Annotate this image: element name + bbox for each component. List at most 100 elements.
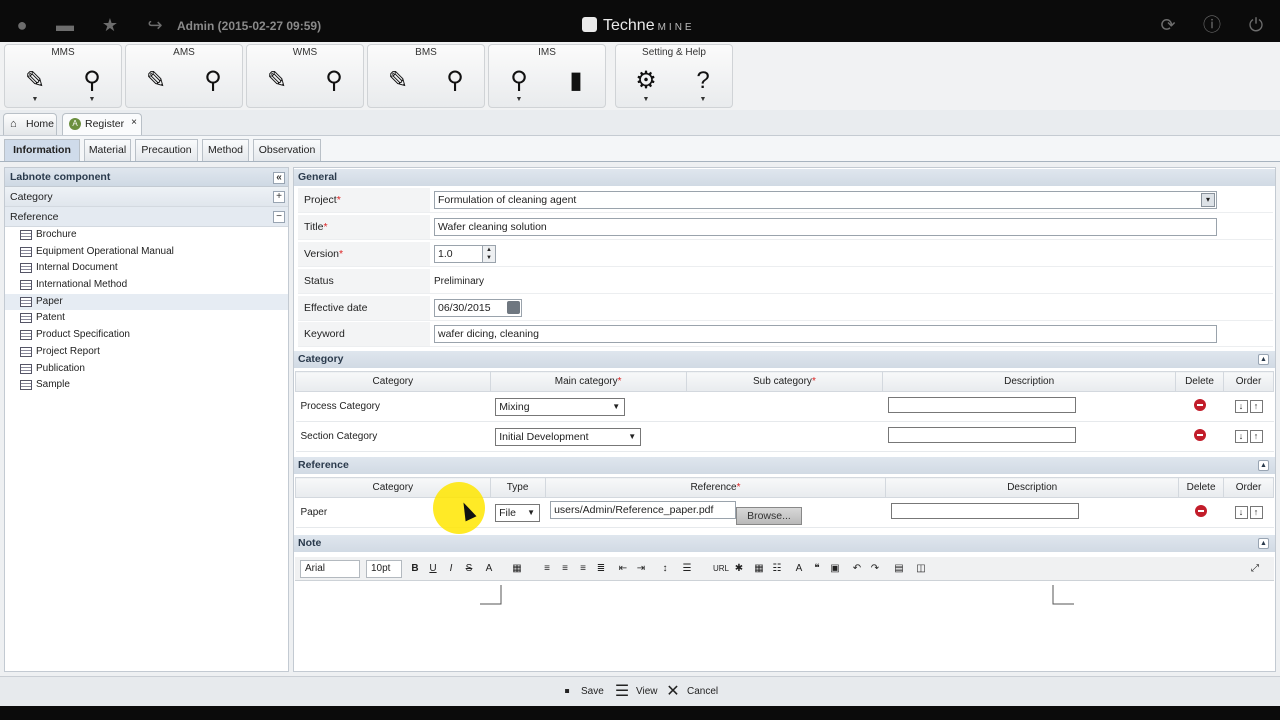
view-button[interactable]: ☰ View — [612, 682, 658, 702]
redo-icon[interactable]: ↷ — [867, 560, 883, 577]
move-up-icon[interactable]: ↑ — [1249, 400, 1263, 413]
search-icon[interactable]: ⚲ — [76, 65, 108, 97]
dropdown-icon[interactable]: ▼ — [699, 96, 707, 103]
gear-icon[interactable]: ⚙ — [630, 65, 662, 97]
save-button[interactable]: ▪ Save — [557, 682, 604, 702]
list-icon[interactable]: ☰ — [679, 560, 695, 577]
main-category-select[interactable]: Initial Development ▼ — [495, 427, 642, 446]
register-icon[interactable]: ✎ — [382, 65, 414, 97]
expand-icon[interactable]: + — [273, 191, 285, 203]
indent-icon[interactable]: ⇥ — [633, 560, 649, 577]
title-input[interactable]: Wafer cleaning solution — [434, 218, 1217, 236]
delete-icon[interactable] — [1193, 429, 1206, 441]
move-up-icon[interactable]: ↑ — [1249, 430, 1263, 443]
description-input[interactable] — [890, 503, 1079, 519]
stepper-arrows-icon[interactable]: ▲ ▼ — [482, 246, 495, 262]
search-icon[interactable]: ⚲ — [503, 65, 535, 97]
info-icon[interactable]: ⓘ — [1201, 14, 1223, 36]
tab-precaution[interactable]: Precaution — [135, 139, 198, 161]
close-icon[interactable]: × — [131, 112, 137, 133]
dropdown-icon[interactable]: ▼ — [88, 96, 96, 103]
collapse-icon[interactable]: ▲ — [1258, 354, 1269, 365]
star-icon[interactable]: ★ — [99, 14, 121, 36]
tab-home[interactable]: ⌂ Home — [3, 113, 57, 135]
tree-item[interactable]: Brochure — [5, 227, 288, 244]
delete-icon[interactable] — [1193, 399, 1206, 411]
link-icon[interactable]: URL — [713, 560, 729, 577]
collapse-icon[interactable]: ▲ — [1258, 538, 1269, 549]
user-icon[interactable]: ● — [11, 14, 33, 36]
section-category[interactable]: Category + — [5, 187, 288, 207]
quote-icon[interactable]: ❝ — [809, 560, 825, 577]
delete-icon[interactable] — [1195, 505, 1208, 517]
note-editor[interactable] — [295, 582, 1274, 671]
search-icon[interactable]: ⚲ — [439, 65, 471, 97]
tree-item[interactable]: Patent — [5, 310, 288, 327]
register-icon[interactable]: ✎ — [261, 65, 293, 97]
dropdown-icon[interactable]: ▼ — [515, 96, 523, 103]
cart-icon[interactable]: ▬ — [54, 14, 76, 36]
cancel-button[interactable]: ✕ Cancel — [663, 682, 718, 702]
search-icon[interactable]: ⚲ — [318, 65, 350, 97]
tree-item[interactable]: Project Report — [5, 344, 288, 361]
power-icon[interactable]: ⏻ — [1245, 14, 1267, 36]
register-icon[interactable]: ✎ — [19, 65, 51, 97]
fullscreen-icon[interactable]: ⤢ — [1247, 560, 1263, 577]
tab-method[interactable]: Method — [202, 139, 249, 161]
font-family-select[interactable]: Arial — [300, 560, 360, 578]
section-reference[interactable]: Reference − — [5, 207, 288, 227]
logout-icon[interactable]: ↪ — [144, 14, 166, 36]
reference-file-input[interactable]: users/Admin/Reference_paper.pdf — [550, 500, 737, 519]
italic-icon[interactable]: I — [443, 560, 459, 577]
align-left-icon[interactable]: ≡ — [539, 560, 555, 577]
tree-item[interactable]: Product Specification — [5, 327, 288, 344]
move-down-icon[interactable]: ↓ — [1234, 506, 1248, 519]
tab-information[interactable]: Information — [4, 139, 80, 161]
align-center-icon[interactable]: ≡ — [557, 560, 573, 577]
tab-observation[interactable]: Observation — [253, 139, 321, 161]
font-size-select[interactable]: 10pt — [366, 560, 402, 578]
outdent-icon[interactable]: ⇤ — [615, 560, 631, 577]
version-stepper[interactable]: 1.0 ▲ ▼ — [434, 245, 496, 263]
table-icon[interactable]: ▦ — [751, 560, 767, 577]
move-up-icon[interactable]: ↑ — [1249, 506, 1263, 519]
horizontal-rule-icon[interactable]: ☷ — [769, 560, 785, 577]
tree-item[interactable]: International Method — [5, 277, 288, 294]
background-color-icon[interactable]: ▦ — [509, 560, 525, 577]
html-source-icon[interactable]: ◫ — [913, 560, 929, 577]
tree-item[interactable]: Equipment Operational Manual — [5, 244, 288, 261]
bar-chart-icon[interactable]: ▮ — [560, 65, 592, 97]
refresh-icon[interactable]: ⟳ — [1157, 14, 1179, 36]
dropdown-icon[interactable]: ▼ — [642, 96, 650, 103]
browse-button[interactable]: Browse... — [736, 506, 802, 525]
project-select[interactable]: Formulation of cleaning agent ▾ — [434, 191, 1217, 209]
strikethrough-icon[interactable]: S — [461, 560, 477, 577]
unlink-icon[interactable]: ✱ — [731, 560, 747, 577]
dropdown-icon[interactable]: ▼ — [31, 96, 39, 103]
description-input[interactable] — [887, 397, 1076, 413]
align-justify-icon[interactable]: ≣ — [593, 560, 609, 577]
tab-material[interactable]: Material — [84, 139, 131, 161]
undo-icon[interactable]: ↶ — [849, 560, 865, 577]
help-icon[interactable]: ? — [687, 65, 719, 97]
align-right-icon[interactable]: ≡ — [575, 560, 591, 577]
calendar-icon[interactable] — [507, 301, 520, 314]
type-select[interactable]: File ▼ — [495, 503, 541, 522]
underline-icon[interactable]: U — [425, 560, 441, 577]
image-icon[interactable]: ▣ — [827, 560, 843, 577]
keyword-input[interactable]: wafer dicing, cleaning — [434, 325, 1217, 343]
search-icon[interactable]: ⚲ — [197, 65, 229, 97]
move-down-icon[interactable]: ↓ — [1234, 400, 1248, 413]
tab-register[interactable]: A Register × — [62, 113, 142, 135]
tree-item[interactable]: Internal Document — [5, 260, 288, 277]
collapse-icon[interactable]: − — [273, 211, 285, 223]
main-category-select[interactable]: Mixing ▼ — [495, 397, 626, 416]
effective-date-input[interactable]: 06/30/2015 — [434, 299, 522, 317]
template-icon[interactable]: ▤ — [891, 560, 907, 577]
bold-icon[interactable]: B — [407, 560, 423, 577]
collapse-left-icon[interactable]: « — [273, 172, 285, 184]
tree-item[interactable]: Sample — [5, 377, 288, 394]
description-input[interactable] — [887, 427, 1076, 443]
text-box-icon[interactable]: A — [791, 560, 807, 577]
move-down-icon[interactable]: ↓ — [1234, 430, 1248, 443]
